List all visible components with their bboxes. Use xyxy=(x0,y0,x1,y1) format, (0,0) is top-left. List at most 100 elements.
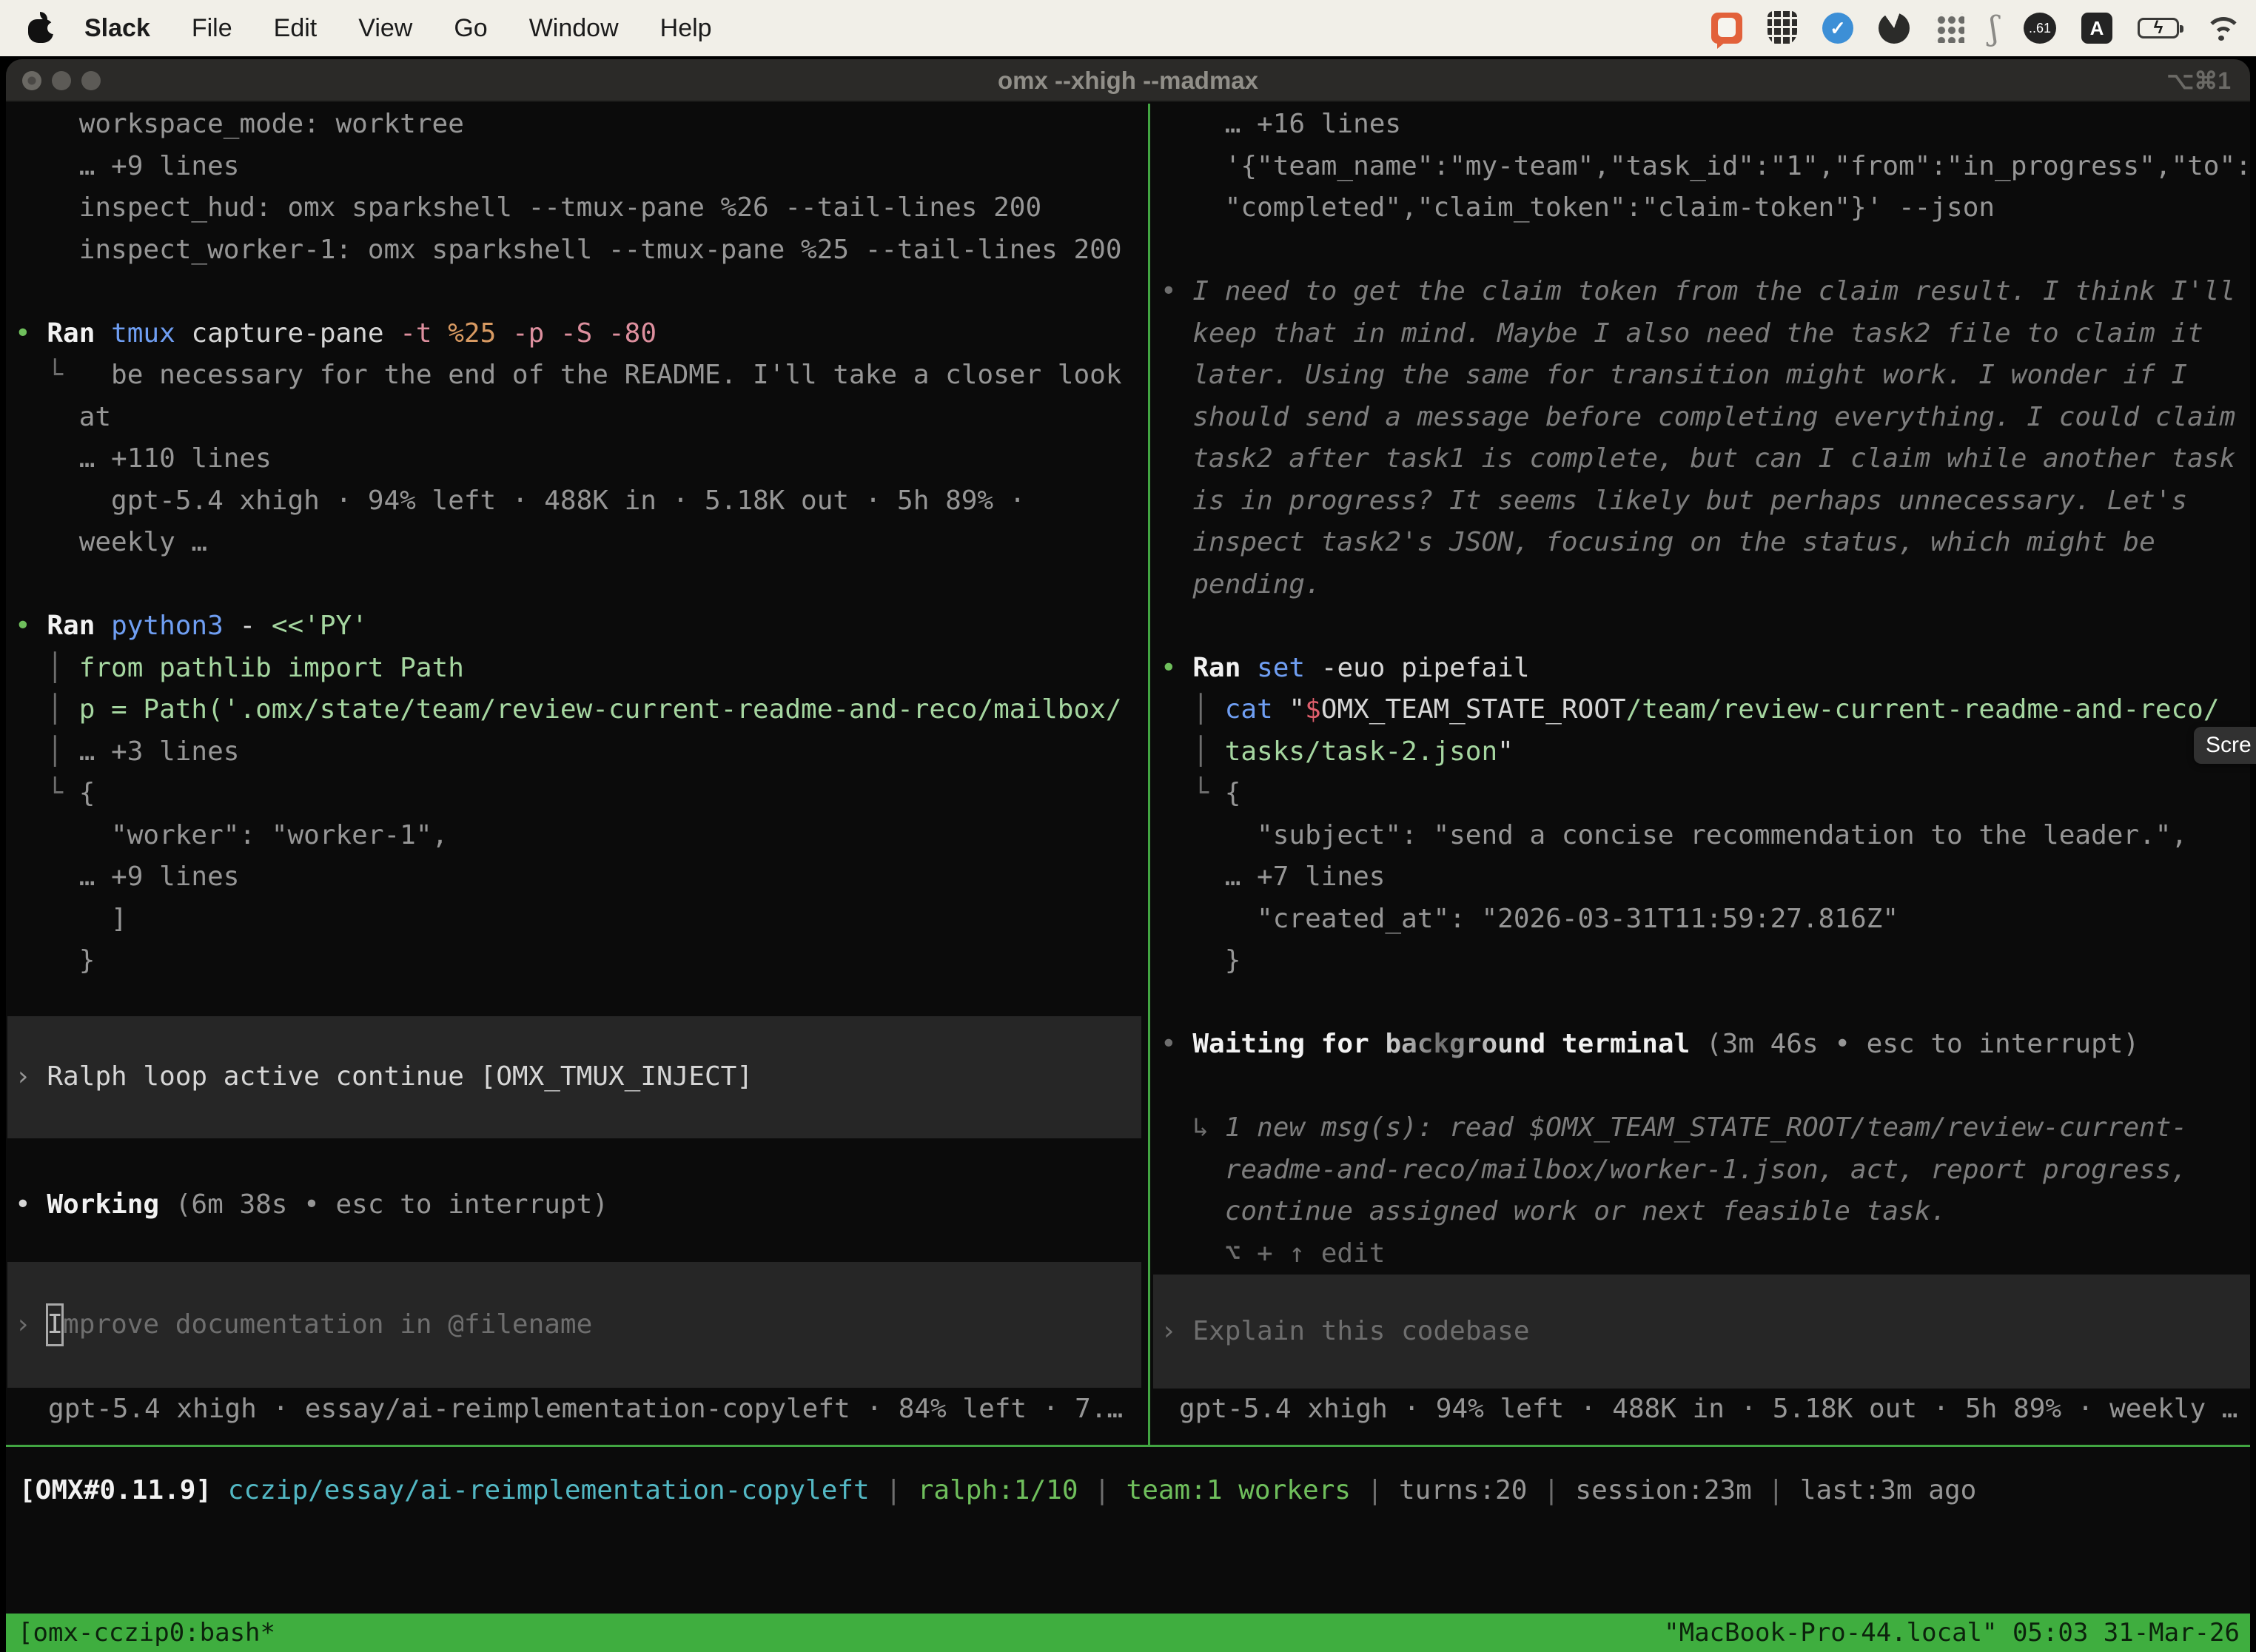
left-pane-status-line: gpt-5.4 xhigh · essay/ai-reimplementatio… xyxy=(7,1389,1146,1430)
text-segment: should send a message before completing … xyxy=(1161,402,2235,432)
right-terminal-pane[interactable]: … +16 lines '{"team_name":"my-team","tas… xyxy=(1153,104,2250,1445)
terminal-line: "worker": "worker-1", xyxy=(15,815,1146,857)
text-segment: capture-pane xyxy=(191,318,400,349)
text-segment: └ xyxy=(15,360,111,390)
right-pane-output: … +16 lines '{"team_name":"my-team","tas… xyxy=(1153,104,2250,1275)
wifi-icon[interactable] xyxy=(2204,16,2238,41)
text-segment: [OMX#0.11.9] xyxy=(19,1475,228,1505)
menu-item-window[interactable]: Window xyxy=(529,14,619,43)
text-segment: " xyxy=(1289,694,1305,725)
text-segment: task2 after task1 is complete, but can I… xyxy=(1161,443,2235,474)
text-segment: │ xyxy=(15,653,79,683)
text-segment: team:1 workers xyxy=(1127,1475,1351,1505)
terminal-line: at xyxy=(15,397,1146,439)
text-segment: be necessary for the end of the README. … xyxy=(111,360,1121,390)
terminal-line: ⌥ + ↑ edit xyxy=(1161,1233,2250,1275)
text-segment: { xyxy=(1225,778,1241,808)
terminal-line: workspace_mode: worktree xyxy=(15,104,1146,146)
apple-menu-icon[interactable] xyxy=(28,13,53,43)
prompt-input-left[interactable]: › Improve documentation in @filename xyxy=(7,1262,1141,1388)
text-segment: • xyxy=(15,1184,47,1226)
dots-grid-icon[interactable] xyxy=(1935,13,1964,43)
disc-app-icon[interactable] xyxy=(1879,13,1910,44)
text-segment: cat xyxy=(1225,694,1289,725)
text-segment: last:3m ago xyxy=(1800,1475,1976,1505)
text-segment: later. Using the same for transition mig… xyxy=(1161,360,2187,390)
chat-app-icon[interactable] xyxy=(1711,13,1742,44)
text-segment: readme-and-reco/mailbox/worker-1.json, a… xyxy=(1161,1155,2187,1185)
menu-item-edit[interactable]: Edit xyxy=(274,14,318,43)
text-segment: (6m 38s • esc to interrupt) xyxy=(159,1184,608,1226)
tmux-vertical-pane-border[interactable] xyxy=(1148,104,1150,1445)
text-segment: - xyxy=(239,611,271,641)
terminal-line: │ … +3 lines xyxy=(15,731,1146,773)
terminal-line: … +16 lines xyxy=(1161,104,2250,146)
terminal-line: continue assigned work or next feasible … xyxy=(1161,1191,2250,1233)
input-placeholder: mprove documentation in @filename xyxy=(63,1304,592,1346)
working-status-line: • Working (6m 38s • esc to interrupt) xyxy=(15,1184,608,1226)
left-terminal-pane[interactable]: workspace_mode: worktree … +9 lines insp… xyxy=(7,104,1146,1445)
terminal-line: │ from pathlib import Path xyxy=(15,648,1146,690)
menu-item-go[interactable]: Go xyxy=(454,14,487,43)
text-segment: "completed","claim_token":"claim-token"}… xyxy=(1161,192,1995,223)
text-segment: set xyxy=(1257,653,1321,683)
terminal-line: keep that in mind. Maybe I also need the… xyxy=(1161,313,2250,355)
menu-item-view[interactable]: View xyxy=(358,14,412,43)
input-source-icon[interactable]: A xyxy=(2081,13,2112,44)
terminal-line: └ { xyxy=(15,773,1146,815)
text-segment: ↳ xyxy=(1161,1112,1225,1143)
window-title-bar[interactable]: omx --xhigh --madmax ⌥⌘1 xyxy=(6,59,2250,102)
text-segment: (3m 46s • esc to interrupt) xyxy=(1690,1029,2139,1059)
text-segment: keep that in mind. Maybe I also need the… xyxy=(1161,318,2203,349)
text-segment: ⌥ + ↑ edit xyxy=(1161,1238,1385,1269)
text-segment: python3 xyxy=(111,611,239,641)
prompt-input-right[interactable]: › Explain this codebase xyxy=(1153,1275,2250,1389)
grid-shield-icon[interactable] xyxy=(1767,11,1797,45)
text-segment: } xyxy=(15,945,95,976)
text-segment: '{"team_name":"my-team","task_id":"1","f… xyxy=(1161,151,2250,181)
ralph-loop-banner: › Ralph loop active continue [OMX_TMUX_I… xyxy=(7,1016,1141,1138)
terminal-line: • I need to get the claim token from the… xyxy=(1161,271,2250,313)
menu-item-help[interactable]: Help xyxy=(660,14,712,43)
text-segment: | xyxy=(870,1475,918,1505)
terminal-line: … +9 lines xyxy=(15,146,1146,188)
text-segment: } xyxy=(1161,945,1241,976)
terminal-line: pending. xyxy=(1161,564,2250,606)
text-segment: I need to get the claim token from the c… xyxy=(1192,276,2235,306)
battery-icon[interactable]: ϟ xyxy=(2138,18,2179,38)
terminal-line: └ { xyxy=(1161,773,2250,815)
left-pane-output: workspace_mode: worktree … +9 lines insp… xyxy=(7,104,1146,982)
prompt-chevron-icon: › xyxy=(1161,1311,1192,1353)
text-segment: workspace_mode: worktree xyxy=(15,109,464,139)
text-segment: 1 new msg(s): read $OMX_TEAM_STATE_ROOT/… xyxy=(1225,1112,2187,1143)
text-segment: OMX_TEAM_STATE_ROOT xyxy=(1321,694,1626,725)
terminal-line xyxy=(1161,605,2250,648)
text-segment: tasks/task-2.json xyxy=(1225,736,1497,767)
terminal-line: gpt-5.4 xhigh · 94% left · 488K in · 5.1… xyxy=(15,480,1146,523)
terminal-line: • Waiting for background terminal (3m 46… xyxy=(1161,1024,2250,1066)
text-segment: { xyxy=(79,778,95,808)
text-segment: turns:20 xyxy=(1399,1475,1527,1505)
text-segment: | xyxy=(1351,1475,1399,1505)
terminal-line: task2 after task1 is complete, but can I… xyxy=(1161,438,2250,480)
screen-share-tooltip: Scre xyxy=(2194,727,2256,764)
terminal-line xyxy=(1161,1066,2250,1108)
text-segment: inspect task2's JSON, focusing on the st… xyxy=(1161,527,2155,557)
text-segment: │ xyxy=(1161,694,1225,725)
active-app-name[interactable]: Slack xyxy=(84,14,150,43)
text-segment: -euo pipefail xyxy=(1321,653,1530,683)
squiggle-icon[interactable]: ʃ xyxy=(1990,10,1998,47)
text-segment: ralph:1/10 xyxy=(918,1475,1078,1505)
text-segment: | xyxy=(1752,1475,1800,1505)
menu-item-file[interactable]: File xyxy=(192,14,232,43)
terminal-line: later. Using the same for transition mig… xyxy=(1161,355,2250,397)
terminal-line: is in progress? It seems likely but perh… xyxy=(1161,480,2250,523)
text-segment: inspect_hud: omx sparkshell --tmux-pane … xyxy=(15,192,1041,223)
terminal-line xyxy=(15,271,1146,313)
blue-badge-icon[interactable]: ✓ xyxy=(1822,13,1853,44)
terminal-line: │ p = Path('.omx/state/team/review-curre… xyxy=(15,689,1146,731)
text-segment: is in progress? It seems likely but perh… xyxy=(1161,486,2187,516)
terminal-line xyxy=(1161,982,2250,1024)
terminal-line: "created_at": "2026-03-31T11:59:27.816Z" xyxy=(1161,899,2250,941)
badge-61-icon[interactable]: ..61 xyxy=(2024,13,2056,44)
